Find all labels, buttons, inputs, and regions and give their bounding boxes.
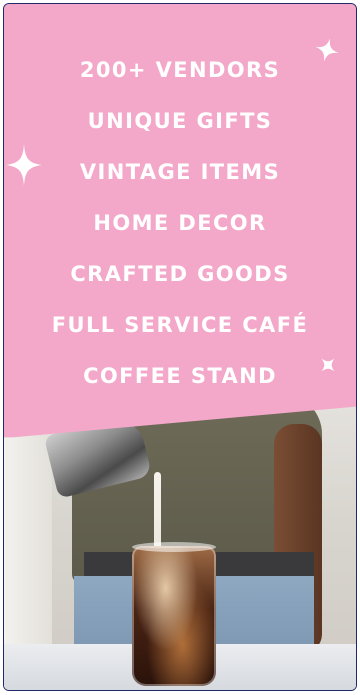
iced-coffee-glass <box>132 546 216 686</box>
feature-home-decor: HOME DECOR <box>93 210 267 235</box>
feature-vendors: 200+ VENDORS <box>79 57 281 82</box>
features-panel: 200+ VENDORS UNIQUE GIFTS VINTAGE ITEMS … <box>4 4 356 438</box>
feature-coffee-stand: COFFEE STAND <box>83 363 277 388</box>
feature-full-service-cafe: FULL SERVICE CAFÉ <box>51 312 309 337</box>
feature-unique-gifts: UNIQUE GIFTS <box>87 108 273 133</box>
sparkle-icon <box>315 38 339 62</box>
glass-rim <box>132 542 216 552</box>
feature-crafted-goods: CRAFTED GOODS <box>70 261 290 286</box>
sparkle-icon <box>319 356 337 374</box>
sparkle-icon <box>6 144 42 186</box>
feature-vintage-items: VINTAGE ITEMS <box>79 159 281 184</box>
promo-card: 200+ VENDORS UNIQUE GIFTS VINTAGE ITEMS … <box>3 3 357 691</box>
features-list: 200+ VENDORS UNIQUE GIFTS VINTAGE ITEMS … <box>4 44 356 401</box>
